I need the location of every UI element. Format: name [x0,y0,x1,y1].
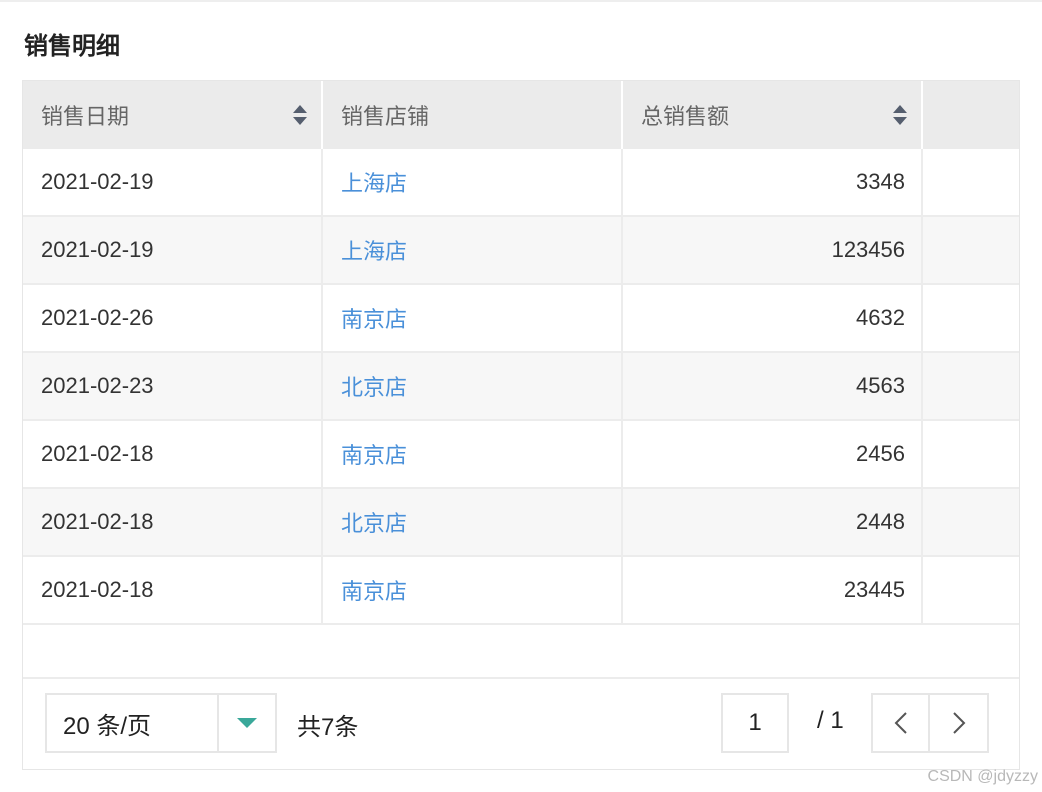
table-row: 2021-02-18 南京店 2456 [23,421,1019,489]
column-header-store: 销售店铺 [323,81,623,149]
dropdown-toggle[interactable] [217,695,275,751]
cell-empty [923,421,1019,487]
cell-store-link[interactable]: 上海店 [323,149,623,215]
cell-date: 2021-02-19 [23,149,323,215]
table-row: 2021-02-19 上海店 123456 [23,217,1019,285]
sort-icon[interactable] [293,105,307,125]
cell-amount: 2456 [623,421,923,487]
sales-table: 销售日期 销售店铺 总销售额 2021-02-19 上海店 3348 2021-… [22,80,1020,770]
sales-detail-panel: 销售明细 销售日期 销售店铺 总销售额 2021-02-19 上海店 3348 … [0,0,1042,792]
cell-empty [923,285,1019,351]
cell-empty [923,353,1019,419]
cell-empty [923,489,1019,555]
page-total-label: / 1 [817,707,844,734]
cell-amount: 4632 [623,285,923,351]
column-header-label: 总销售额 [641,104,730,129]
cell-amount: 123456 [623,217,923,283]
cell-store-link[interactable]: 上海店 [323,217,623,283]
cell-amount: 2448 [623,489,923,555]
cell-date: 2021-02-18 [23,421,323,487]
cell-empty [923,557,1019,623]
table-header: 销售日期 销售店铺 总销售额 [23,81,1019,149]
table-row: 2021-02-26 南京店 4632 [23,285,1019,353]
column-header-total-sales[interactable]: 总销售额 [623,81,923,149]
divider [23,677,1019,679]
total-count: 共7条 [297,714,359,741]
column-header-empty [923,81,1019,149]
page-size-value: 20 条/页 [63,712,152,740]
cell-store-link[interactable]: 南京店 [323,557,623,623]
table-row: 2021-02-18 南京店 23445 [23,557,1019,625]
page-navigation [871,693,989,753]
cell-empty [923,217,1019,283]
chevron-right-icon [952,712,965,734]
table-body: 2021-02-19 上海店 3348 2021-02-19 上海店 12345… [23,149,1019,625]
cell-date: 2021-02-26 [23,285,323,351]
column-header-sale-date[interactable]: 销售日期 [23,81,323,149]
sort-icon[interactable] [893,105,907,125]
prev-page-button[interactable] [873,695,930,751]
table-row: 2021-02-18 北京店 2448 [23,489,1019,557]
cell-store-link[interactable]: 南京店 [323,421,623,487]
cell-date: 2021-02-18 [23,489,323,555]
chevron-left-icon [894,712,907,734]
next-page-button[interactable] [930,695,987,751]
page-number-input[interactable]: 1 [721,693,789,753]
cell-empty [923,149,1019,215]
watermark: CSDN @jdyzzy [927,768,1038,785]
table-row: 2021-02-23 北京店 4563 [23,353,1019,421]
column-header-label: 销售日期 [41,104,130,129]
cell-date: 2021-02-23 [23,353,323,419]
column-header-label: 销售店铺 [341,104,430,129]
cell-date: 2021-02-18 [23,557,323,623]
cell-store-link[interactable]: 北京店 [323,489,623,555]
table-row: 2021-02-19 上海店 3348 [23,149,1019,217]
page-size-select[interactable]: 20 条/页 [45,693,277,753]
cell-store-link[interactable]: 北京店 [323,353,623,419]
cell-store-link[interactable]: 南京店 [323,285,623,351]
cell-date: 2021-02-19 [23,217,323,283]
cell-amount: 23445 [623,557,923,623]
cell-amount: 4563 [623,353,923,419]
page-title: 销售明细 [24,33,120,60]
cell-amount: 3348 [623,149,923,215]
chevron-down-icon [237,718,257,728]
